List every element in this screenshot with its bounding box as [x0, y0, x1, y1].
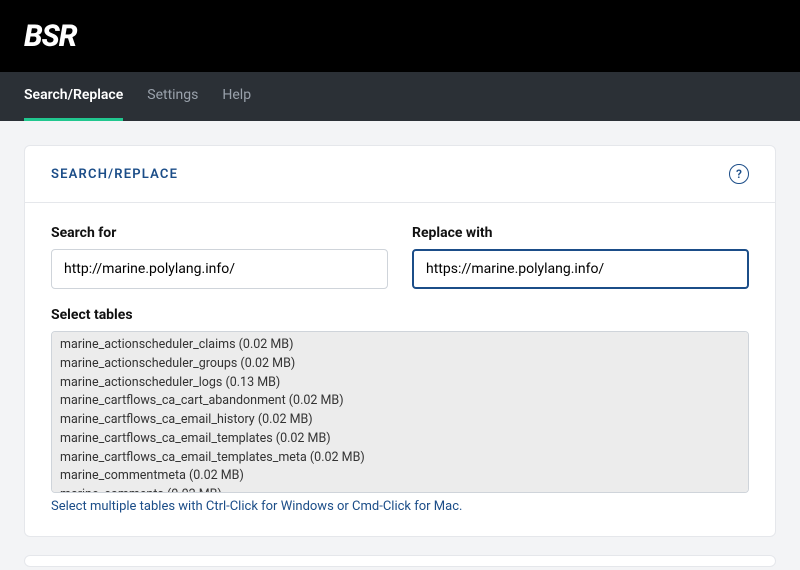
search-input[interactable] — [51, 249, 388, 289]
table-option[interactable]: marine_cartflows_ca_email_history (0.02 … — [60, 411, 740, 430]
table-option[interactable]: marine_cartflows_ca_cart_abandonment (0.… — [60, 392, 740, 411]
table-option[interactable]: marine_actionscheduler_claims (0.02 MB) — [60, 336, 740, 355]
table-option[interactable]: marine_commentmeta (0.02 MB) — [60, 467, 740, 486]
search-field-group: Search for — [51, 225, 388, 289]
next-card-peek — [24, 555, 776, 567]
tab-settings[interactable]: Settings — [147, 72, 198, 121]
card-header: SEARCH/REPLACE ? — [25, 146, 775, 203]
replace-input[interactable] — [412, 249, 749, 289]
page-content: SEARCH/REPLACE ? Search for Replace with… — [0, 121, 800, 567]
search-replace-card: SEARCH/REPLACE ? Search for Replace with… — [24, 145, 776, 537]
tab-help[interactable]: Help — [222, 72, 251, 121]
table-option[interactable]: marine_comments (0.02 MB) — [60, 486, 740, 493]
input-row: Search for Replace with — [51, 225, 749, 289]
tables-hint: Select multiple tables with Ctrl-Click f… — [51, 499, 749, 514]
replace-label: Replace with — [412, 225, 749, 241]
navbar: Search/Replace Settings Help — [0, 72, 800, 121]
table-option[interactable]: marine_actionscheduler_groups (0.02 MB) — [60, 355, 740, 374]
app-header: BSR — [0, 0, 800, 72]
table-option[interactable]: marine_cartflows_ca_email_templates_meta… — [60, 449, 740, 468]
table-option[interactable]: marine_cartflows_ca_email_templates (0.0… — [60, 430, 740, 449]
table-option[interactable]: marine_actionscheduler_logs (0.13 MB) — [60, 374, 740, 393]
select-tables-label: Select tables — [51, 307, 749, 323]
search-label: Search for — [51, 225, 388, 241]
card-title: SEARCH/REPLACE — [51, 167, 178, 182]
replace-field-group: Replace with — [412, 225, 749, 289]
logo: BSR — [24, 19, 77, 54]
tab-search-replace[interactable]: Search/Replace — [24, 72, 123, 121]
help-icon[interactable]: ? — [729, 164, 749, 184]
tables-select[interactable]: marine_actionscheduler_claims (0.02 MB)m… — [51, 331, 749, 493]
card-body: Search for Replace with Select tables ma… — [25, 203, 775, 536]
